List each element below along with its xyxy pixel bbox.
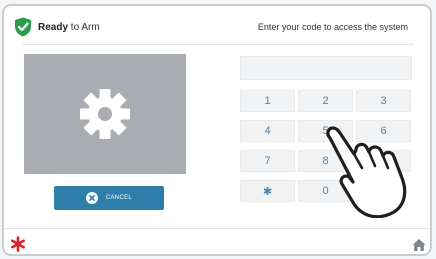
keypad-key-7[interactable]: 7 [240, 150, 295, 172]
ready-status-bold: Ready [38, 21, 69, 33]
divider [4, 228, 430, 229]
keypad-key-2[interactable]: 2 [298, 90, 353, 112]
pointing-hand-icon [326, 126, 407, 218]
status-bar: Ready to Arm Enter your code to access t… [4, 6, 430, 46]
close-circle-icon [85, 192, 98, 204]
cancel-label: CANCEL [105, 195, 133, 201]
gear-icon [80, 89, 130, 139]
control-panel-screen: Ready to Arm Enter your code to access t… [2, 4, 432, 256]
ready-status-text: Ready to Arm [38, 22, 100, 33]
keypad-key-4[interactable]: 4 [240, 120, 295, 142]
home-icon[interactable] [412, 238, 426, 252]
keypad-key-3[interactable]: 3 [356, 90, 411, 112]
code-prompt: Enter your code to access the system [257, 22, 408, 32]
cancel-button[interactable]: CANCEL [54, 186, 164, 210]
shield-check-icon [15, 17, 31, 37]
system-status: Ready to Arm [14, 17, 100, 37]
camera-preview-panel [24, 54, 186, 174]
ready-status-rest: to Arm [68, 21, 100, 33]
code-input-field[interactable] [240, 56, 412, 80]
keypad-key-1[interactable]: 1 [240, 90, 295, 112]
asterisk-icon[interactable] [10, 236, 26, 252]
keypad-key-star[interactable]: ✱ [240, 180, 295, 202]
divider [22, 44, 414, 45]
